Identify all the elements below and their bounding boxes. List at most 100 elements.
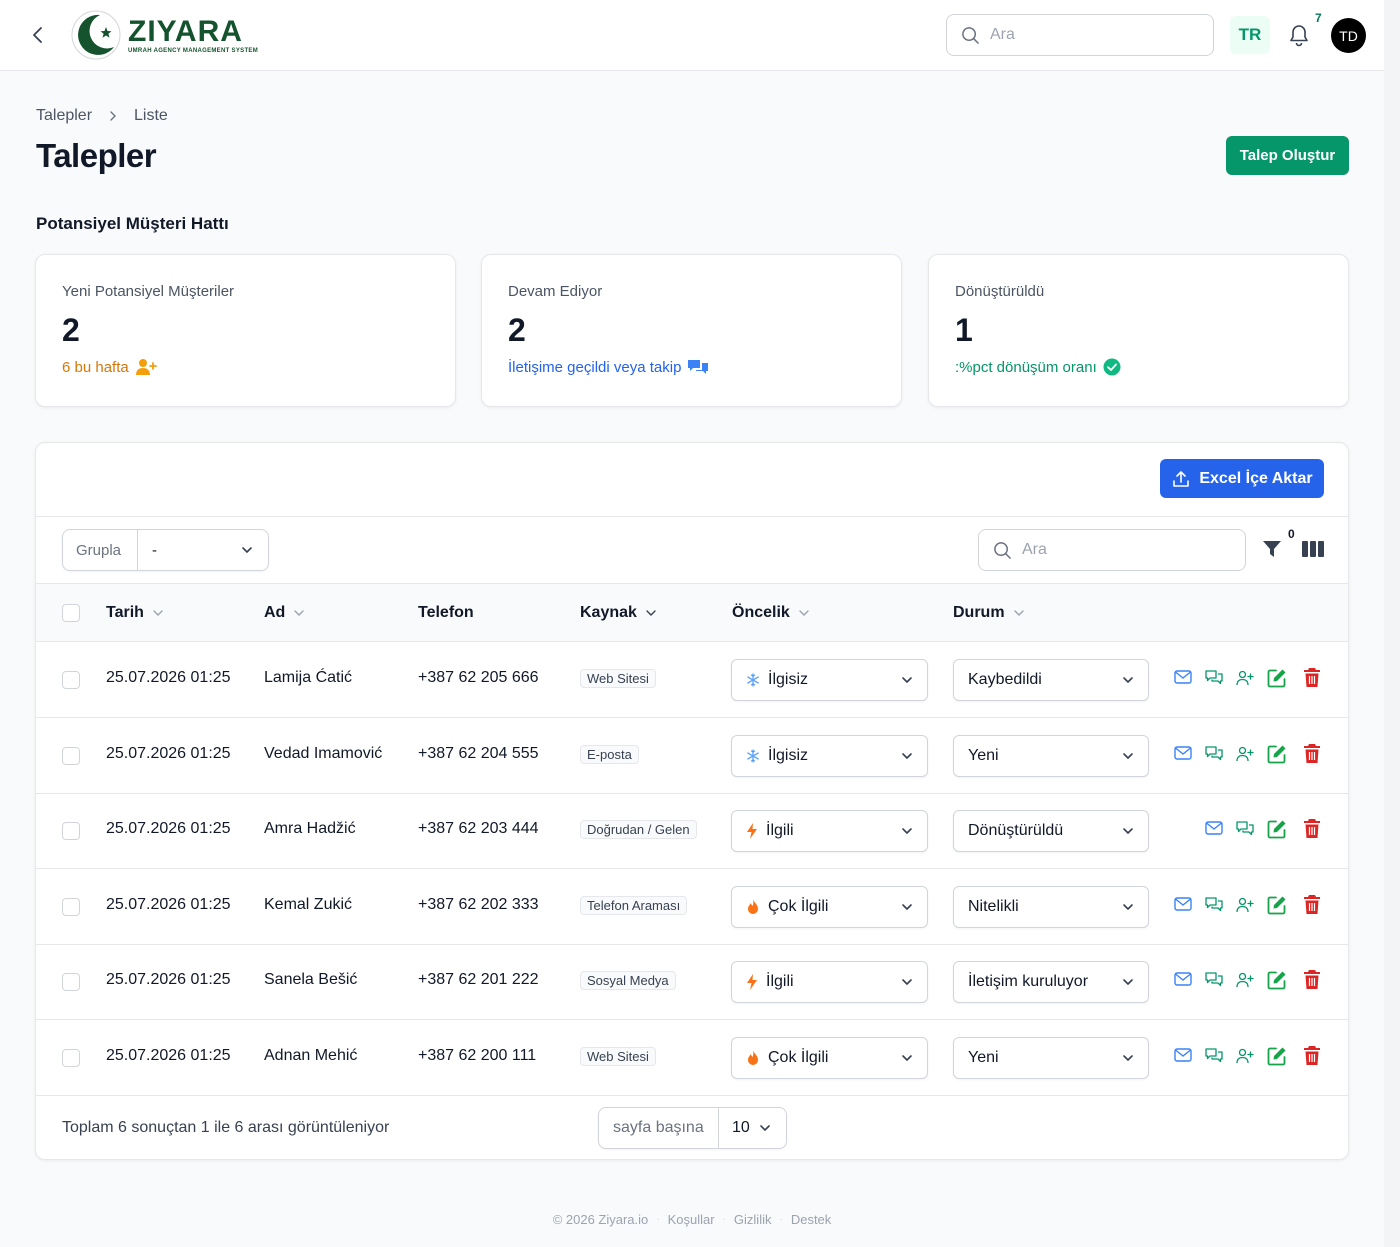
send-message-button[interactable] [1205, 896, 1223, 913]
per-page-select[interactable]: 10 [719, 1119, 786, 1137]
table-search-input[interactable] [1022, 541, 1222, 559]
row-checkbox[interactable] [62, 746, 80, 765]
global-search[interactable] [946, 14, 1214, 56]
delete-button[interactable] [1303, 969, 1321, 990]
row-phone: +387 62 200 111 [418, 1046, 537, 1064]
row-checkbox[interactable] [62, 822, 80, 840]
table-row[interactable]: 25.07.2026 01:25 Adnan Mehić +387 62 200 1… [36, 1020, 1348, 1096]
edit-button[interactable] [1267, 1046, 1287, 1066]
column-header-priority[interactable]: Öncelik [732, 604, 810, 622]
columns-icon[interactable] [1302, 541, 1324, 557]
status-select[interactable]: Nitelikli [953, 885, 1149, 928]
app-logo[interactable]: ZIYARA UMRAH AGENCY MANAGEMENT SYSTEM [70, 9, 258, 61]
column-header-status[interactable]: Durum [953, 604, 1025, 622]
convert-to-customer-button[interactable] [1236, 746, 1254, 762]
breadcrumb-item-talepler[interactable]: Talepler [36, 107, 92, 125]
status-select[interactable]: Yeni [953, 734, 1149, 777]
priority-select[interactable]: Çok İlgili [731, 885, 928, 928]
back-button[interactable] [26, 23, 50, 47]
table-row[interactable]: 25.07.2026 01:25 Amra Hadžić +387 62 203 4… [36, 793, 1348, 869]
footer-link-privacy[interactable]: Gizlilik [734, 1212, 772, 1227]
pagination-summary: Toplam 6 sonuçtan 1 ile 6 arası görüntül… [62, 1119, 390, 1136]
table-row[interactable]: 25.07.2026 01:25 Sanela Bešić +387 62 201 … [36, 944, 1348, 1020]
convert-to-customer-button[interactable] [1236, 1048, 1254, 1064]
trash-icon [1304, 743, 1320, 763]
row-checkbox[interactable] [62, 1048, 80, 1067]
priority-select[interactable]: İlgili [731, 961, 928, 1003]
convert-to-customer-button[interactable] [1236, 897, 1254, 913]
edit-button[interactable] [1267, 895, 1287, 915]
priority-select[interactable]: Çok İlgili [731, 1036, 928, 1079]
row-name: Lamija Ćatić [264, 669, 353, 686]
send-message-button[interactable] [1205, 670, 1223, 686]
bell-icon[interactable] [1287, 22, 1311, 48]
send-message-button[interactable] [1205, 1047, 1223, 1064]
row-checkbox[interactable] [62, 897, 80, 916]
send-message-button[interactable] [1205, 745, 1223, 762]
table-row[interactable]: 25.07.2026 01:25 Vedad Imamović +387 62 20… [36, 718, 1348, 794]
priority-select[interactable]: İlgili [731, 810, 928, 852]
stat-card-converted: Dönüştürüldü 1 :%pct dönüşüm oranı [928, 254, 1349, 407]
status-select[interactable]: Kaybedildi [953, 659, 1149, 701]
row-checkbox[interactable] [62, 973, 80, 991]
priority-value: İlgisiz [768, 746, 809, 764]
language-switcher[interactable]: TR [1230, 16, 1270, 54]
per-page-value: 10 [732, 1119, 750, 1136]
chevron-down-icon [294, 610, 305, 616]
send-message-button[interactable] [1205, 972, 1223, 988]
row-date: 25.07.2026 01:25 [106, 971, 231, 988]
table-row[interactable]: 25.07.2026 01:25 Kemal Zukić +387 62 202 3… [36, 869, 1348, 945]
send-email-button[interactable] [1174, 896, 1192, 911]
status-select[interactable]: İletişim kuruluyor [953, 961, 1149, 1003]
edit-button[interactable] [1267, 668, 1287, 688]
filter-icon[interactable] [1262, 539, 1282, 559]
page-scrollbar[interactable] [1384, 0, 1400, 1247]
table-search[interactable] [978, 529, 1246, 571]
column-header-source[interactable]: Kaynak [580, 604, 657, 622]
delete-button[interactable] [1303, 894, 1321, 915]
priority-value: İlgisiz [768, 671, 809, 688]
priority-select[interactable]: İlgisiz [731, 734, 928, 777]
top-bar: ZIYARA UMRAH AGENCY MANAGEMENT SYSTEM TR… [0, 0, 1384, 71]
convert-to-customer-button[interactable] [1236, 670, 1254, 686]
group-by-select[interactable]: - [138, 542, 268, 559]
chevron-down-icon [1123, 752, 1133, 759]
send-email-button[interactable] [1174, 972, 1192, 986]
send-email-button[interactable] [1174, 745, 1192, 760]
delete-button[interactable] [1303, 667, 1321, 688]
status-select[interactable]: Yeni [953, 1036, 1149, 1079]
select-all-checkbox[interactable] [62, 604, 80, 622]
status-value: Dönüştürüldü [968, 822, 1064, 839]
footer-link-support[interactable]: Destek [791, 1212, 831, 1227]
mail-icon [1174, 745, 1192, 760]
snowflake-icon [746, 673, 760, 687]
table-row[interactable]: 25.07.2026 01:25 Lamija Ćatić +387 62 205 … [36, 642, 1348, 718]
delete-button[interactable] [1303, 1045, 1321, 1066]
edit-button[interactable] [1267, 970, 1287, 990]
send-email-button[interactable] [1174, 670, 1192, 684]
user-avatar[interactable]: TD [1331, 18, 1366, 53]
row-checkbox[interactable] [62, 671, 80, 689]
footer-link-terms[interactable]: Koşullar [668, 1212, 715, 1227]
edit-button[interactable] [1267, 819, 1287, 839]
send-email-button[interactable] [1174, 1047, 1192, 1062]
delete-button[interactable] [1303, 818, 1321, 839]
global-search-input[interactable] [990, 26, 1190, 44]
user-plus-icon [1236, 1048, 1254, 1063]
edit-button[interactable] [1267, 744, 1287, 764]
priority-value: Çok İlgili [768, 897, 829, 915]
convert-to-customer-button[interactable] [1236, 972, 1254, 988]
delete-button[interactable] [1303, 743, 1321, 764]
stat-card-new-leads: Yeni Potansiyel Müşteriler 2 6 bu hafta [35, 254, 456, 407]
send-message-button[interactable] [1236, 821, 1254, 837]
excel-import-button[interactable]: Excel İçe Aktar [1160, 459, 1324, 498]
priority-select[interactable]: İlgisiz [731, 659, 928, 701]
create-request-button[interactable]: Talep Oluştur [1226, 136, 1349, 175]
status-select[interactable]: Dönüştürüldü [953, 810, 1149, 852]
column-header-date[interactable]: Tarih [106, 604, 164, 622]
send-email-button[interactable] [1205, 821, 1223, 835]
row-source-badge: Web Sitesi [580, 669, 656, 688]
user-plus-icon [1236, 746, 1254, 761]
column-header-name[interactable]: Ad [264, 604, 305, 622]
trash-icon [1304, 668, 1320, 687]
